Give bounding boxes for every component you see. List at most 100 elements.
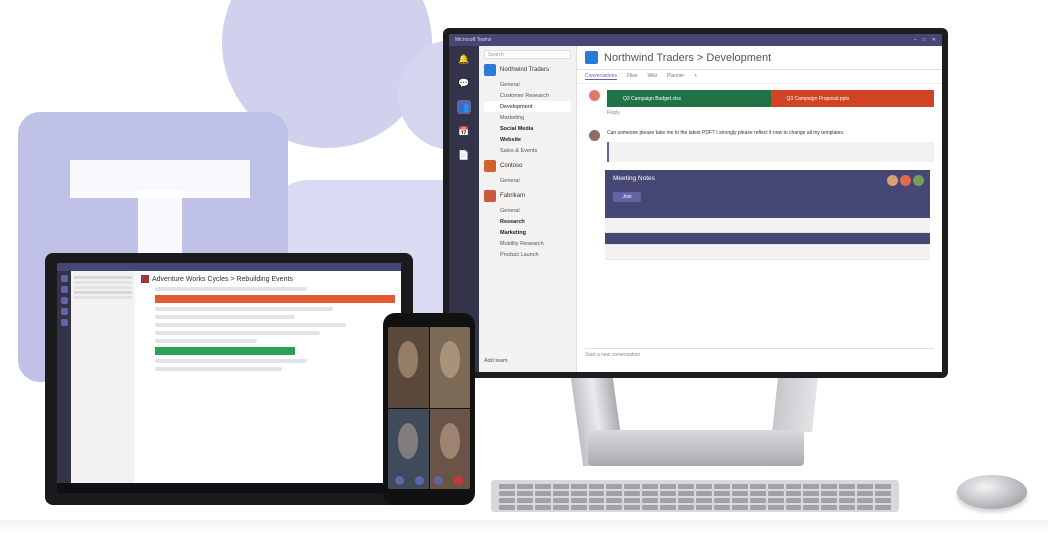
keyboard-key <box>767 498 784 503</box>
tablet-titlebar <box>57 263 401 271</box>
keyboard-key <box>534 484 551 489</box>
avatar <box>589 130 600 141</box>
keyboard-key <box>499 484 515 489</box>
close-icon[interactable]: ✕ <box>932 37 936 43</box>
keyboard-key <box>857 484 874 489</box>
channel-item[interactable]: Mobility Research <box>484 238 571 249</box>
keyboard-key <box>588 491 605 496</box>
meeting-reply <box>605 218 930 233</box>
add-team-button[interactable]: Add team <box>484 355 508 366</box>
keyboard-key <box>696 498 712 503</box>
share-icon[interactable] <box>434 476 444 485</box>
add-tab-button[interactable]: + <box>694 73 697 80</box>
tab-wiki[interactable]: Wiki <box>648 73 657 80</box>
channel-item[interactable]: General <box>484 79 571 90</box>
team-avatar <box>484 64 496 76</box>
tab-conversations[interactable]: Conversations <box>585 73 617 80</box>
channel-item[interactable]: Sales & Events <box>484 145 571 156</box>
participant-video <box>388 327 429 408</box>
keyboard-key <box>552 484 569 489</box>
meeting-title: Meeting Notes <box>613 175 655 182</box>
keyboard <box>491 480 899 512</box>
keyboard-key <box>588 484 605 489</box>
keyboard-key <box>534 491 551 496</box>
participant-video <box>429 327 470 408</box>
reply-link[interactable]: Reply <box>607 110 934 116</box>
minimize-icon[interactable]: – <box>914 37 917 43</box>
floor-shadow <box>0 520 1048 534</box>
keyboard-key <box>516 484 533 489</box>
keyboard-key <box>713 484 730 489</box>
maximize-icon[interactable]: □ <box>923 37 926 43</box>
meeting-reply <box>605 245 930 260</box>
meeting-reply-highlight <box>605 233 930 245</box>
keyboard-key <box>803 491 820 496</box>
keyboard-key <box>821 484 838 489</box>
keyboard-key <box>678 491 694 496</box>
files-icon[interactable]: 📄 <box>457 148 471 162</box>
microphone-icon[interactable] <box>414 476 424 485</box>
keyboard-key <box>875 505 891 510</box>
camera-icon[interactable] <box>395 476 405 485</box>
channel-item[interactable]: Research <box>484 216 571 227</box>
powerpoint-file-card[interactable]: Q3 Campaign Proposal.pptx <box>770 90 934 107</box>
team-contoso[interactable]: Contoso <box>484 160 571 172</box>
team-northwind[interactable]: Northwind Traders <box>484 64 571 76</box>
channel-item-selected[interactable]: Development <box>484 101 571 112</box>
activity-icon[interactable]: 🔔 <box>457 52 471 66</box>
keyboard-key <box>803 505 820 510</box>
meeting-participants <box>887 175 924 186</box>
keyboard-key <box>499 505 515 510</box>
message-post: Q3 Campaign Budget.xlsx Q3 Campaign Prop… <box>589 90 934 116</box>
keyboard-key <box>696 505 712 510</box>
keyboard-key <box>749 505 766 510</box>
keyboard-key <box>749 498 766 503</box>
keyboard-key <box>624 491 641 496</box>
keyboard-key <box>839 491 856 496</box>
join-button[interactable]: Join <box>613 192 641 202</box>
channel-item[interactable]: Marketing <box>484 227 571 238</box>
keyboard-key <box>857 505 874 510</box>
keyboard-key <box>570 505 587 510</box>
channel-item[interactable]: Marketing <box>484 112 571 123</box>
keyboard-key <box>821 491 838 496</box>
chat-icon[interactable]: 💬 <box>457 76 471 90</box>
attachment-card[interactable] <box>155 295 395 303</box>
tab-files[interactable]: Files <box>627 73 638 80</box>
keyboard-key <box>552 498 569 503</box>
channel-item[interactable]: General <box>484 175 571 186</box>
hang-up-icon[interactable] <box>453 476 463 485</box>
tab-planner[interactable]: Planner <box>667 73 684 80</box>
avatar <box>900 175 911 186</box>
channel-item[interactable]: Customer Research <box>484 90 571 101</box>
meetings-icon[interactable]: 📅 <box>457 124 471 138</box>
keyboard-key <box>516 498 533 503</box>
channel-header: Northwind Traders > Development <box>577 46 942 70</box>
keyboard-key <box>552 505 569 510</box>
keyboard-key <box>731 484 748 489</box>
desktop-monitor: Microsoft Teams – □ ✕ 🔔 💬 👥 📅 📄 Search N… <box>443 28 948 378</box>
search-input[interactable]: Search <box>484 50 571 59</box>
teams-icon[interactable]: 👥 <box>457 100 471 114</box>
avatar <box>913 175 924 186</box>
window-titlebar: Microsoft Teams – □ ✕ <box>449 34 942 46</box>
excel-file-card[interactable]: Q3 Campaign Budget.xlsx <box>607 90 771 107</box>
monitor-screen: Microsoft Teams – □ ✕ 🔔 💬 👥 📅 📄 Search N… <box>449 34 942 372</box>
keyboard-key <box>660 498 677 503</box>
channel-item[interactable]: Website <box>484 134 571 145</box>
windows-taskbar <box>57 483 401 493</box>
team-fabrikam[interactable]: Fabrikam <box>484 190 571 202</box>
keyboard-key <box>713 491 730 496</box>
attachment-card[interactable] <box>155 347 295 355</box>
keyboard-key <box>875 491 891 496</box>
keyboard-key <box>785 498 802 503</box>
channel-item[interactable]: General <box>484 205 571 216</box>
keyboard-key <box>767 505 784 510</box>
channel-item[interactable]: Product Launch <box>484 249 571 260</box>
keyboard-key <box>713 505 730 510</box>
keyboard-key <box>875 484 891 489</box>
avatar <box>887 175 898 186</box>
channel-item[interactable]: Social Media <box>484 123 571 134</box>
tablet-device: Adventure Works Cycles > Rebuilding Even… <box>45 253 413 505</box>
compose-box[interactable]: Start a new conversation <box>585 348 934 364</box>
